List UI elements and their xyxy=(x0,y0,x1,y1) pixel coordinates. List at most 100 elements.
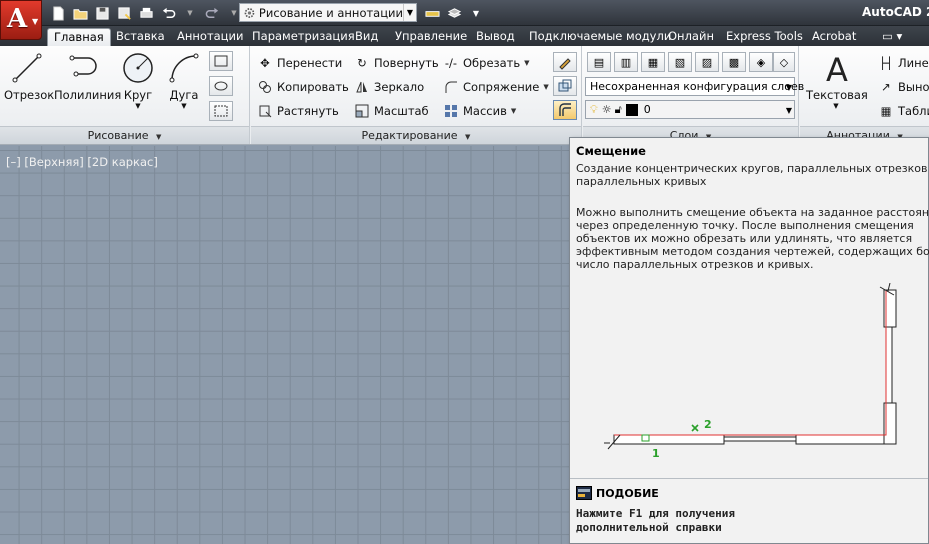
chevron-down-icon: ▼ xyxy=(510,107,517,115)
polyline-button[interactable]: Полилиния xyxy=(54,50,121,102)
linear-label: Линей xyxy=(898,56,929,70)
chevron-down-icon: ▼ xyxy=(181,102,187,110)
circle-icon xyxy=(123,53,153,83)
tab-express-tools[interactable]: Express Tools xyxy=(720,28,809,46)
tab-acrobat[interactable]: Acrobat xyxy=(806,28,862,46)
layer-freeze-button[interactable]: ▨ xyxy=(695,52,719,72)
text-button[interactable]: A Текстовая ▼ xyxy=(806,50,868,110)
mirror-button[interactable]: Зеркало xyxy=(354,77,424,97)
layer-state-combo[interactable]: Несохраненная конфигурация слоев ▼ xyxy=(585,77,804,96)
move-button[interactable]: ✥ Перенести xyxy=(257,53,342,73)
save-as-icon xyxy=(117,6,131,20)
pick-label-2: 2 xyxy=(704,418,712,431)
layer-isolate-icon: ▦ xyxy=(647,55,659,69)
open-button[interactable] xyxy=(70,3,90,23)
layer-off-button[interactable]: ▩ xyxy=(722,52,746,72)
arc-button[interactable]: Дуга ▼ xyxy=(164,50,204,110)
tab-view[interactable]: Вид xyxy=(349,28,384,46)
layer-state-value: Несохраненная конфигурация слоев xyxy=(590,80,805,93)
leader-label: Выно xyxy=(898,80,929,94)
layer-unisolate-button[interactable]: ▧ xyxy=(668,52,692,72)
line-button[interactable]: Отрезок xyxy=(4,50,54,102)
trim-icon: -/- xyxy=(444,56,458,70)
application-menu-button[interactable]: A ▼ xyxy=(0,0,42,40)
hatch-button[interactable] xyxy=(209,101,233,121)
redo-button[interactable] xyxy=(202,3,222,23)
table-button[interactable]: ▦ Табли xyxy=(878,101,929,121)
tab-manage[interactable]: Управление xyxy=(389,28,473,46)
tab-plugins[interactable]: Подключаемые модули xyxy=(523,28,677,46)
scale-button[interactable]: Масштаб xyxy=(354,101,429,121)
layer-previous-button[interactable]: ◇ xyxy=(773,52,795,72)
explode-button[interactable] xyxy=(553,76,577,96)
modify-panel-title[interactable]: Редактирование ▼ xyxy=(251,126,581,144)
save-button[interactable] xyxy=(92,3,112,23)
current-layer-combo[interactable]: 💡︎ ☼ 🔓︎ 0 ▼ xyxy=(585,100,795,119)
tab-online[interactable]: Онлайн xyxy=(662,28,720,46)
layer-properties-button[interactable]: ▤ xyxy=(587,52,611,72)
ruler-icon xyxy=(424,10,440,17)
open-folder-icon xyxy=(72,8,88,20)
stretch-label: Растянуть xyxy=(277,104,339,118)
polyline-label: Полилиния xyxy=(54,88,122,102)
layer-unisolate-icon: ▧ xyxy=(674,55,686,69)
tooltip-description: Можно выполнить смещение объекта на зада… xyxy=(576,206,929,219)
tab-insert[interactable]: Вставка xyxy=(110,28,171,46)
ellipse-button[interactable] xyxy=(209,76,233,96)
tooltip-divider xyxy=(570,478,928,479)
linear-dimension-button[interactable]: ├┤ Линей xyxy=(878,53,929,73)
undo-button[interactable] xyxy=(158,3,178,23)
title-bar: A ▼ ▼ ▼ Рисование и аннотации ▼ ▼ AutoCA… xyxy=(0,0,929,40)
new-file-icon xyxy=(52,5,64,21)
match-properties-button[interactable] xyxy=(444,3,464,23)
offset-icon xyxy=(559,103,571,116)
new-button[interactable] xyxy=(48,3,68,23)
save-icon xyxy=(95,6,109,20)
scale-icon xyxy=(354,103,370,119)
erase-button[interactable] xyxy=(553,52,577,72)
workspace-selector[interactable]: Рисование и аннотации ▼ xyxy=(239,3,417,22)
stretch-button[interactable]: Растянуть xyxy=(257,101,339,121)
command-line-icon xyxy=(576,486,592,500)
tooltip-description: через определенную точку. После выполнен… xyxy=(576,219,914,232)
layer-states-button[interactable]: ▥ xyxy=(614,52,638,72)
measure-button[interactable] xyxy=(422,3,442,23)
line-label: Отрезок xyxy=(4,88,55,102)
layer-match-button[interactable]: ◈ xyxy=(749,52,773,72)
layer-previous-icon: ◇ xyxy=(779,55,789,69)
stretch-icon xyxy=(257,103,273,119)
copy-button[interactable]: Копировать xyxy=(257,77,349,97)
offset-button[interactable] xyxy=(553,100,577,120)
trim-button[interactable]: -/- Обрезать ▼ xyxy=(443,53,530,73)
save-as-button[interactable] xyxy=(114,3,134,23)
circle-button[interactable]: Круг ▼ xyxy=(118,50,158,110)
tooltip-title: Смещение xyxy=(576,144,646,158)
viewport-controls[interactable]: [–] [Верхняя] [2D каркас] xyxy=(6,155,158,169)
leader-button[interactable]: ↗ Выно xyxy=(878,77,929,97)
fillet-button[interactable]: Сопряжение ▼ xyxy=(443,77,549,97)
chevron-down-icon: ▼ xyxy=(785,83,792,92)
tab-output[interactable]: Вывод xyxy=(470,28,521,46)
tab-annotate[interactable]: Аннотации xyxy=(171,28,249,46)
chevron-down-icon: ▼ xyxy=(135,102,141,110)
rotate-button[interactable]: ↻ Повернуть xyxy=(354,53,438,73)
offset-illustration: 1 2 xyxy=(604,283,897,460)
tab-parametric[interactable]: Параметризация xyxy=(246,28,361,46)
customize-toolbar-button[interactable]: ▼ xyxy=(466,3,486,23)
unlock-icon: 🔓︎ xyxy=(614,102,622,116)
ribbon: Отрезок Полилиния Круг ▼ Дуга ▼ Рисовани… xyxy=(0,46,929,145)
circle-label: Круг xyxy=(123,88,153,102)
rectangle-button[interactable] xyxy=(209,51,233,71)
fillet-label: Сопряжение xyxy=(463,80,540,94)
sun-icon: ☼ xyxy=(601,103,612,116)
layer-isolate-button[interactable]: ▦ xyxy=(641,52,665,72)
tab-home[interactable]: Главная xyxy=(47,28,111,46)
draw-panel-title[interactable]: Рисование ▼ xyxy=(0,126,249,144)
lightbulb-icon: 💡︎ xyxy=(590,102,598,116)
plot-button[interactable] xyxy=(136,3,156,23)
line-icon xyxy=(12,53,42,83)
undo-dropdown-button[interactable]: ▼ xyxy=(180,3,200,23)
fillet-icon xyxy=(443,79,459,95)
array-button[interactable]: Массив ▼ xyxy=(443,101,516,121)
ribbon-options-button[interactable]: ▭ ▾ xyxy=(876,28,908,46)
